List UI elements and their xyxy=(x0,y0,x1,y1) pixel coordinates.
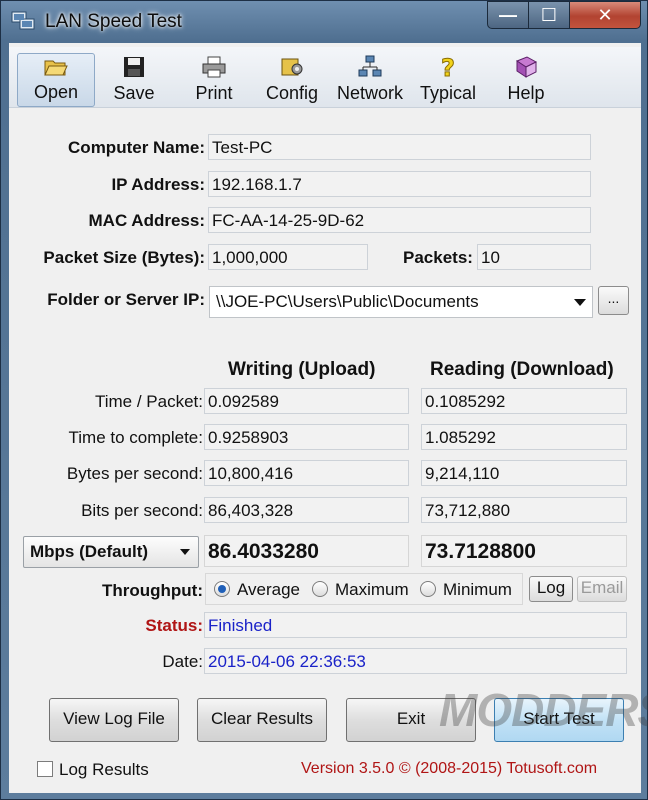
app-icon xyxy=(11,11,35,30)
toolbar-config-button[interactable]: Config xyxy=(253,55,331,111)
toolbar-config-label: Config xyxy=(265,83,319,103)
radio-maximum-label: Maximum xyxy=(335,580,409,599)
close-icon: ✕ xyxy=(597,4,613,25)
radio-minimum-label: Minimum xyxy=(443,580,512,599)
toolbar-typical-label: Typical xyxy=(419,83,477,103)
write-time-per-packet: 0.092589 xyxy=(204,388,409,414)
reading-download-header: Reading (Download) xyxy=(430,359,614,380)
toolbar-open-label: Open xyxy=(33,82,79,102)
radio-average[interactable]: Average xyxy=(214,580,300,600)
svg-text:?: ? xyxy=(441,55,455,79)
toolbar-print-button[interactable]: Print xyxy=(175,55,253,111)
computer-name-label: Computer Name: xyxy=(68,138,205,157)
minimize-button[interactable]: — xyxy=(487,1,529,29)
toolbar-print-label: Print xyxy=(195,83,233,103)
radio-unselected-icon xyxy=(312,581,328,597)
close-button[interactable]: ✕ xyxy=(569,1,641,29)
bytes-per-second-label: Bytes per second: xyxy=(66,464,203,483)
browse-button[interactable]: ... xyxy=(598,286,629,315)
packet-size-label: Packet Size (Bytes): xyxy=(43,248,205,267)
radio-unselected-icon xyxy=(420,581,436,597)
email-button[interactable]: Email xyxy=(577,576,627,602)
toolbar-typical-button[interactable]: ? Typical xyxy=(409,55,487,111)
time-to-complete-label: Time to complete: xyxy=(68,428,203,447)
toolbar-network-button[interactable]: Network xyxy=(331,55,409,111)
radio-selected-icon xyxy=(214,581,230,597)
lan-speed-test-window: LAN Speed Test — ☐ ✕ Open Save Print Con… xyxy=(0,0,648,800)
read-time-per-packet: 0.1085292 xyxy=(421,388,627,414)
radio-average-label: Average xyxy=(237,580,301,599)
mac-address-field[interactable]: FC-AA-14-25-9D-62 xyxy=(208,207,591,233)
main-panel: Open Save Print Config Network ? Typical xyxy=(9,43,648,793)
date-field: 2015-04-06 22:36:53 xyxy=(204,648,627,674)
toolbar-open-button[interactable]: Open xyxy=(17,53,95,107)
config-icon xyxy=(281,58,303,76)
dropdown-arrow-icon[interactable] xyxy=(574,299,586,306)
computer-name-field[interactable]: Test-PC xyxy=(208,134,591,160)
units-value: Mbps (Default) xyxy=(30,542,149,561)
toolbar-save-label: Save xyxy=(113,83,155,103)
maximize-button[interactable]: ☐ xyxy=(528,1,570,29)
toolbar-help-button[interactable]: Help xyxy=(487,55,565,111)
log-button[interactable]: Log xyxy=(529,576,573,602)
watermark-logo: MODDERS xyxy=(439,684,648,736)
checkbox-unchecked-icon xyxy=(37,761,53,777)
folder-value: \\JOE-PC\Users\Public\Documents xyxy=(216,292,479,311)
folder-server-combobox[interactable]: \\JOE-PC\Users\Public\Documents xyxy=(209,286,593,318)
toolbar: Open Save Print Config Network ? Typical xyxy=(9,47,641,108)
time-per-packet-label: Time / Packet: xyxy=(94,392,203,411)
writing-upload-header: Writing (Upload) xyxy=(228,359,376,380)
view-log-file-button[interactable]: View Log File xyxy=(49,698,179,742)
bits-per-second-label: Bits per second: xyxy=(81,501,203,520)
ip-address-field[interactable]: 192.168.1.7 xyxy=(208,171,591,197)
read-total-mbps: 73.7128800 xyxy=(421,535,627,567)
open-folder-icon xyxy=(44,60,68,76)
help-question-icon: ? xyxy=(441,55,456,79)
chevron-down-icon xyxy=(180,549,190,555)
status-label: Status: xyxy=(145,616,203,635)
write-time-to-complete: 0.9258903 xyxy=(204,424,409,450)
packets-field[interactable]: 10 xyxy=(477,244,591,270)
maximize-icon: ☐ xyxy=(540,4,558,25)
log-results-checkbox[interactable]: Log Results xyxy=(37,760,149,780)
minimize-icon: — xyxy=(499,4,517,25)
toolbar-network-label: Network xyxy=(336,83,403,103)
clear-results-button[interactable]: Clear Results xyxy=(197,698,327,742)
status-field: Finished xyxy=(204,612,627,638)
mac-address-label: MAC Address: xyxy=(88,211,206,230)
packet-size-field[interactable]: 1,000,000 xyxy=(208,244,368,270)
folder-label: Folder or Server IP: xyxy=(47,290,205,309)
floppy-disk-icon xyxy=(124,57,144,77)
read-time-to-complete: 1.085292 xyxy=(421,424,627,450)
version-info: Version 3.5.0 © (2008-2015) Totusoft.com xyxy=(301,760,598,777)
packets-label: Packets: xyxy=(403,248,473,267)
radio-maximum[interactable]: Maximum xyxy=(312,580,409,600)
window-title: LAN Speed Test xyxy=(45,11,182,32)
network-icon xyxy=(358,55,382,77)
title-bar[interactable]: LAN Speed Test — ☐ ✕ xyxy=(1,1,648,43)
read-bytes-per-second: 9,214,110 xyxy=(421,460,627,486)
toolbar-save-button[interactable]: Save xyxy=(95,55,173,111)
printer-icon xyxy=(202,56,226,78)
date-label: Date: xyxy=(162,652,203,671)
throughput-label: Throughput: xyxy=(101,581,203,600)
read-bits-per-second: 73,712,880 xyxy=(421,497,627,523)
units-dropdown[interactable]: Mbps (Default) xyxy=(23,536,199,568)
log-results-label: Log Results xyxy=(59,760,149,779)
write-bytes-per-second: 10,800,416 xyxy=(204,460,409,486)
radio-minimum[interactable]: Minimum xyxy=(420,580,512,600)
toolbar-help-label: Help xyxy=(507,83,545,103)
write-total-mbps: 86.4033280 xyxy=(204,535,409,567)
ip-address-label: IP Address: xyxy=(111,175,205,194)
help-book-icon xyxy=(515,56,538,78)
throughput-radio-group: Average Maximum Minimum xyxy=(205,573,523,605)
write-bits-per-second: 86,403,328 xyxy=(204,497,409,523)
